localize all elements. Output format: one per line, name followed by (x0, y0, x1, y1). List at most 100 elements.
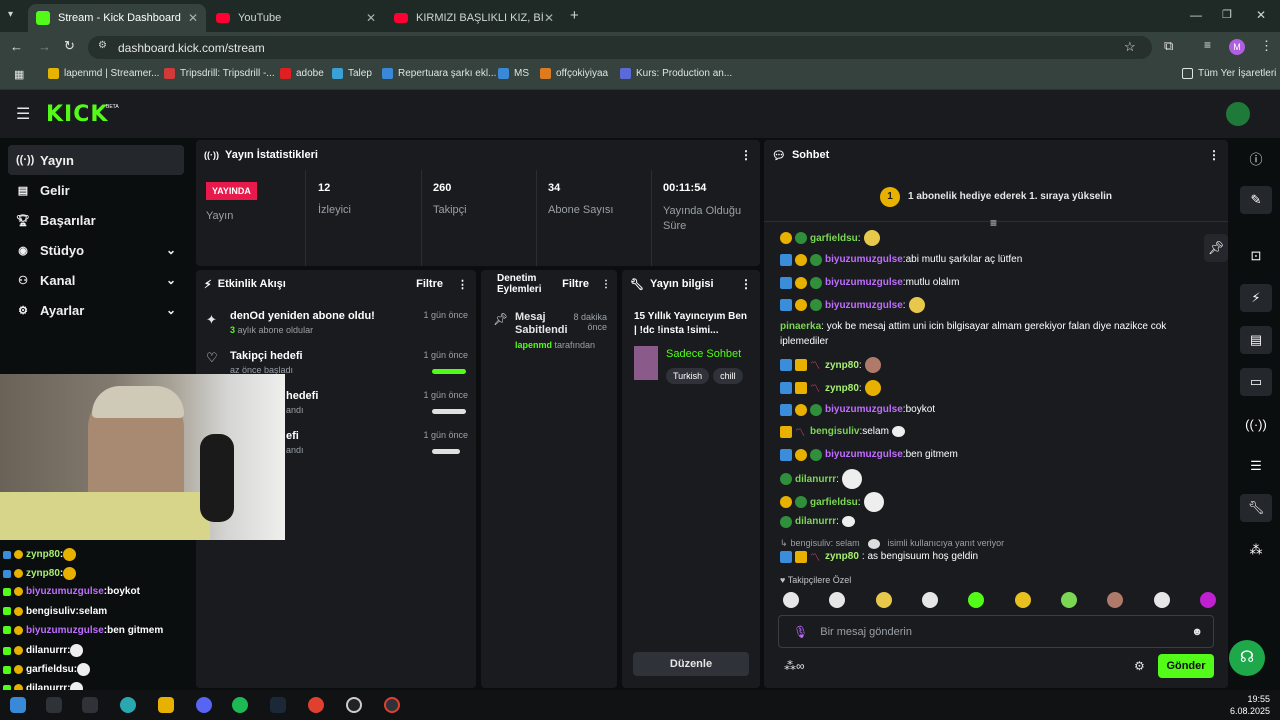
pinned-toggle-icon[interactable]: ≡ (990, 216, 997, 230)
support-chat-button[interactable]: ☊ (1229, 640, 1265, 676)
bookmark-item[interactable]: lapenmd | Streamer... (48, 68, 159, 79)
extensions-icon[interactable]: ⧉ (1164, 38, 1173, 54)
emote-person[interactable] (1107, 592, 1124, 608)
chat-emote[interactable] (841, 469, 862, 489)
share-icon[interactable]: ⁂ (1240, 536, 1272, 564)
site-info-icon[interactable]: ⚙ (98, 40, 107, 51)
emote-bunny[interactable] (829, 592, 846, 608)
restore-icon[interactable]: ❐ (1222, 8, 1232, 21)
activity-item[interactable]: denOd yeniden abone oldu! ✦ 3 aylık abon… (206, 310, 468, 335)
hamburger-menu-icon[interactable]: ☰ (16, 104, 30, 124)
chat-username[interactable]: garfieldsu (810, 231, 858, 246)
close-icon[interactable]: ✕ (366, 11, 376, 25)
back-icon[interactable]: ← (10, 39, 23, 54)
tab-kick-dashboard[interactable]: Stream - Kick Dashboard ✕ (28, 4, 206, 32)
sidebar-item-revenue[interactable]: ▤ Gelir (8, 175, 184, 205)
layers-icon[interactable]: ☰ (1240, 452, 1272, 480)
new-tab-icon[interactable]: + (570, 7, 579, 24)
emote-heart[interactable] (968, 592, 985, 608)
tag-chip[interactable]: Turkish (666, 368, 710, 384)
discord-icon[interactable] (196, 697, 212, 713)
bookmark-item[interactable]: Repertuara şarkı ekl... (382, 68, 496, 79)
more-options-icon[interactable]: ⋮ (601, 279, 611, 290)
document-icon[interactable]: ▤ (1240, 326, 1272, 354)
more-options-icon[interactable]: ⋮ (740, 277, 752, 291)
target-icon[interactable]: ⊡ (1240, 242, 1272, 270)
chat-emote[interactable] (863, 492, 884, 512)
obs-icon[interactable] (346, 697, 362, 713)
chat-username[interactable]: pinaerka (780, 321, 821, 332)
chat-username[interactable]: biyuzumuzgulse (825, 402, 903, 417)
chat-emote[interactable] (891, 426, 905, 437)
clock[interactable]: 19:55 6.08.2025 (1222, 693, 1270, 717)
close-icon[interactable]: ✕ (188, 11, 198, 25)
more-options-icon[interactable]: ⋮ (740, 148, 752, 162)
emote-text[interactable] (1060, 592, 1077, 608)
send-button[interactable]: Gönder (1158, 654, 1214, 678)
chrome-icon[interactable] (308, 697, 324, 713)
bookmark-star-icon[interactable]: ☆ (1124, 39, 1136, 55)
file-explorer-icon[interactable] (158, 697, 174, 713)
chat-username[interactable]: bengisuliv (810, 424, 859, 439)
edit-button[interactable]: Düzenle (633, 652, 749, 676)
chat-username[interactable]: biyuzumuzgulse (825, 275, 903, 290)
chat-username[interactable]: zynp80 (825, 358, 859, 373)
window-close-icon[interactable]: ✕ (1256, 8, 1266, 22)
emote-face[interactable] (875, 592, 892, 608)
sidebar-item-settings[interactable]: ⚙ Ayarlar ⌄ (8, 295, 184, 325)
url-field[interactable]: ⚙ dashboard.kick.com/stream ☆ (88, 36, 1152, 59)
broadcast-rail-icon[interactable]: ((·)) (1240, 410, 1272, 438)
chat-rail-icon[interactable]: ▭ (1240, 368, 1272, 396)
minimize-icon[interactable]: — (1190, 8, 1202, 22)
tab-youtube-video[interactable]: KIRMIZI BAŞLIKLI KIZ, BİR DOM ✕ (386, 4, 562, 32)
sidebar-item-studio[interactable]: ◉ Stüdyo ⌄ (8, 235, 184, 265)
lightning-rail-icon[interactable]: ⚡︎ (1240, 284, 1272, 312)
chat-username[interactable]: biyuzumuzgulse (825, 447, 903, 462)
sidebar-item-channel[interactable]: ⚇ Kanal ⌄ (8, 265, 184, 295)
kick-logo[interactable]: KICK (46, 102, 108, 127)
chat-username[interactable]: biyuzumuzgulse (825, 252, 903, 267)
pin-rail-icon[interactable]: 📌︎ (1204, 234, 1228, 262)
chat-username[interactable]: biyuzumuzgulse (825, 298, 903, 313)
chat-emote[interactable] (864, 380, 881, 396)
profile-avatar[interactable]: M (1229, 39, 1245, 55)
all-bookmarks[interactable]: Tüm Yer İşaretleri (1182, 68, 1276, 79)
edge-icon[interactable] (120, 697, 136, 713)
reload-icon[interactable]: ↻ (64, 38, 75, 54)
stream-category[interactable]: Sadece Sohbet (666, 348, 741, 360)
forward-icon[interactable]: → (38, 39, 51, 54)
emote-bunny[interactable] (921, 592, 938, 608)
user-avatar[interactable] (1226, 102, 1250, 126)
chat-username[interactable]: dilanurrr (795, 472, 836, 487)
info-icon[interactable]: ⓘ (1240, 144, 1272, 172)
emote-bunny[interactable] (1153, 592, 1170, 608)
chat-username[interactable]: zynp80 (825, 381, 859, 396)
bookmark-item[interactable]: Tripsdrill: Tripsdrill -... (164, 68, 275, 79)
windows-start-icon[interactable] (10, 697, 26, 713)
more-options-icon[interactable]: ⋮ (1208, 148, 1220, 162)
recorder-icon[interactable] (384, 697, 400, 713)
filter-button[interactable]: Filtre (416, 278, 443, 290)
tag-chip[interactable]: chill (713, 368, 743, 384)
steam-icon[interactable] (270, 697, 286, 713)
sidebar-item-achievements[interactable]: 🏆︎ Başarılar (8, 205, 184, 235)
bookmark-item[interactable]: Kurs: Production an... (620, 68, 732, 79)
search-icon[interactable] (46, 697, 62, 713)
chat-emote[interactable] (908, 297, 925, 313)
task-view-icon[interactable] (82, 697, 98, 713)
browser-menu-icon[interactable]: ⋮ (1260, 38, 1273, 54)
bookmark-item[interactable]: MS (498, 68, 529, 79)
activity-item[interactable]: ♡ Takipçi hedefi az önce başladı 1 gün ö… (206, 350, 468, 375)
gift-banner[interactable]: 1 1 abonelik hediye ederek 1. sıraya yük… (764, 172, 1228, 222)
emote-bunny[interactable] (783, 592, 799, 608)
tab-youtube[interactable]: YouTube ✕ (208, 4, 384, 32)
chat-emote[interactable] (863, 230, 880, 246)
filter-button[interactable]: Filtre (562, 278, 589, 290)
emote-devil[interactable] (1199, 592, 1216, 608)
emoji-icon[interactable]: ☻ (1191, 626, 1203, 638)
tab-search-icon[interactable]: ▾ (8, 9, 13, 20)
chat-emote[interactable] (864, 357, 881, 373)
chat-username[interactable]: zynp80 (825, 549, 859, 564)
chat-username[interactable]: garfieldsu (810, 495, 858, 510)
apps-grid-icon[interactable]: ▦ (14, 68, 24, 81)
